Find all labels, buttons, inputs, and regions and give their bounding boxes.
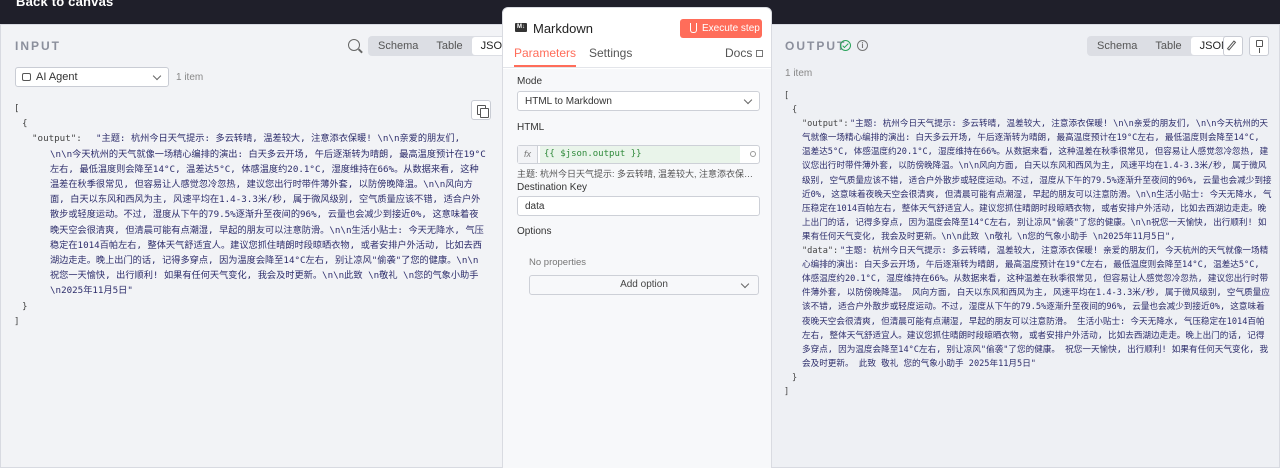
html-expression-field[interactable]: fx {{ $json.output }} <box>517 145 760 164</box>
input-title: INPUT <box>15 39 61 53</box>
json-close-brace: } <box>22 300 28 312</box>
search-icon[interactable] <box>348 39 360 51</box>
output-title: OUTPUT <box>785 39 847 53</box>
input-tab-table[interactable]: Table <box>427 37 471 55</box>
out-json-open-brace: { <box>792 105 798 116</box>
html-label: HTML <box>517 122 545 133</box>
node-title[interactable]: Markdown <box>533 21 593 36</box>
tab-parameters[interactable]: Parameters <box>514 46 577 67</box>
markdown-icon: M↓ <box>515 23 527 32</box>
input-json-view: [ { "output": "主题: 杭州今日天气提示: 多云转晴, 温差较大,… <box>14 101 499 329</box>
fx-icon: fx <box>518 146 538 163</box>
html-expression-preview: 主题: 杭州今日天气提示: 多云转晴, 温差较大, 注意添衣保暖... <box>517 169 760 179</box>
out-json-open-bracket: [ <box>784 91 790 101</box>
input-panel: INPUT Schema Table JSON AI Agent 1 item … <box>0 24 520 468</box>
tab-docs[interactable]: Docs <box>725 46 764 60</box>
mode-value: HTML to Markdown <box>525 96 612 107</box>
json-key-output: "output": <box>32 133 82 145</box>
flask-icon <box>690 23 697 33</box>
json-open-brace: { <box>22 118 28 130</box>
success-check-icon <box>840 40 851 51</box>
out-json-key-output: "output": <box>802 119 849 130</box>
options-label: Options <box>517 226 552 237</box>
output-item-count: 1 item <box>785 68 813 79</box>
out-json-key-data: "data": <box>802 246 839 257</box>
output-panel: OUTPUT i Schema Table JSON 1 item [ { "o… <box>770 24 1280 468</box>
edit-output-button[interactable] <box>1223 36 1243 56</box>
output-tab-table[interactable]: Table <box>1146 37 1190 55</box>
chevron-down-icon <box>152 71 162 81</box>
output-view-switch: Schema Table JSON <box>1087 36 1239 56</box>
pencil-icon <box>1226 40 1237 51</box>
input-node-select[interactable]: AI Agent <box>15 67 169 87</box>
execute-step-button[interactable]: Execute step <box>680 19 762 38</box>
html-expression-value[interactable]: {{ $json.output }} <box>540 146 740 163</box>
destination-key-label: Destination Key <box>517 182 588 193</box>
destination-key-input[interactable]: data <box>517 196 760 216</box>
out-json-close-bracket: ] <box>784 386 790 397</box>
input-item-count: 1 item <box>176 72 204 83</box>
json-open-bracket: [ <box>14 103 20 114</box>
info-icon[interactable]: i <box>857 40 868 51</box>
mode-select[interactable]: HTML to Markdown <box>517 91 760 111</box>
chevron-down-icon <box>740 279 750 289</box>
out-json-data-entry: "data": "主题: 杭州今日天气提示: 多云转晴, 温差较大, 注意添衣保… <box>784 244 1274 371</box>
pin-icon <box>1256 40 1263 53</box>
no-properties-text: No properties <box>529 257 587 268</box>
out-json-value-output: "主题: 杭州今日天气提示: 多云转晴, 温差较大, 注意添衣保暖! \n\n亲… <box>802 119 1272 242</box>
pin-data-button[interactable] <box>1249 36 1269 56</box>
output-tab-schema[interactable]: Schema <box>1088 37 1146 55</box>
execute-step-label: Execute step <box>702 23 760 34</box>
input-tab-schema[interactable]: Schema <box>369 37 427 55</box>
add-option-button[interactable]: Add option <box>529 275 759 295</box>
docs-label: Docs <box>725 46 753 60</box>
node-parameters-panel: M↓ Markdown Execute step Parameters Sett… <box>502 7 772 468</box>
chevron-down-icon <box>743 95 753 105</box>
json-close-bracket: ] <box>14 315 20 327</box>
out-json-value-data: "主题: 杭州今日天气提示: 多云转晴, 温差较大, 注意添衣保暖! 亲爱的朋友… <box>802 246 1270 369</box>
input-view-switch: Schema Table JSON <box>368 36 520 56</box>
out-json-output-entry: "output": "主题: 杭州今日天气提示: 多云转晴, 温差较大, 注意添… <box>784 117 1274 244</box>
mode-label: Mode <box>517 76 543 87</box>
input-node-name: AI Agent <box>36 71 78 83</box>
tab-settings[interactable]: Settings <box>589 46 632 60</box>
output-json-view: [ { "output": "主题: 杭州今日天气提示: 多云转晴, 温差较大,… <box>784 89 1274 399</box>
external-link-icon <box>756 50 764 57</box>
json-output-entry: "output": "主题: 杭州今日天气提示: 多云转晴, 温差较大, 注意添… <box>14 131 499 298</box>
robot-icon <box>22 73 31 81</box>
expand-expression-icon[interactable] <box>750 151 756 157</box>
back-to-canvas-link[interactable]: Back to canvas <box>16 0 113 9</box>
add-option-label: Add option <box>620 279 668 290</box>
out-json-close-brace: } <box>792 372 798 383</box>
json-value-output: "主题: 杭州今日天气提示: 多云转晴, 温差较大, 注意添衣保暖! \n\n亲… <box>50 133 486 297</box>
node-tabs: Parameters Settings Docs <box>503 46 771 68</box>
